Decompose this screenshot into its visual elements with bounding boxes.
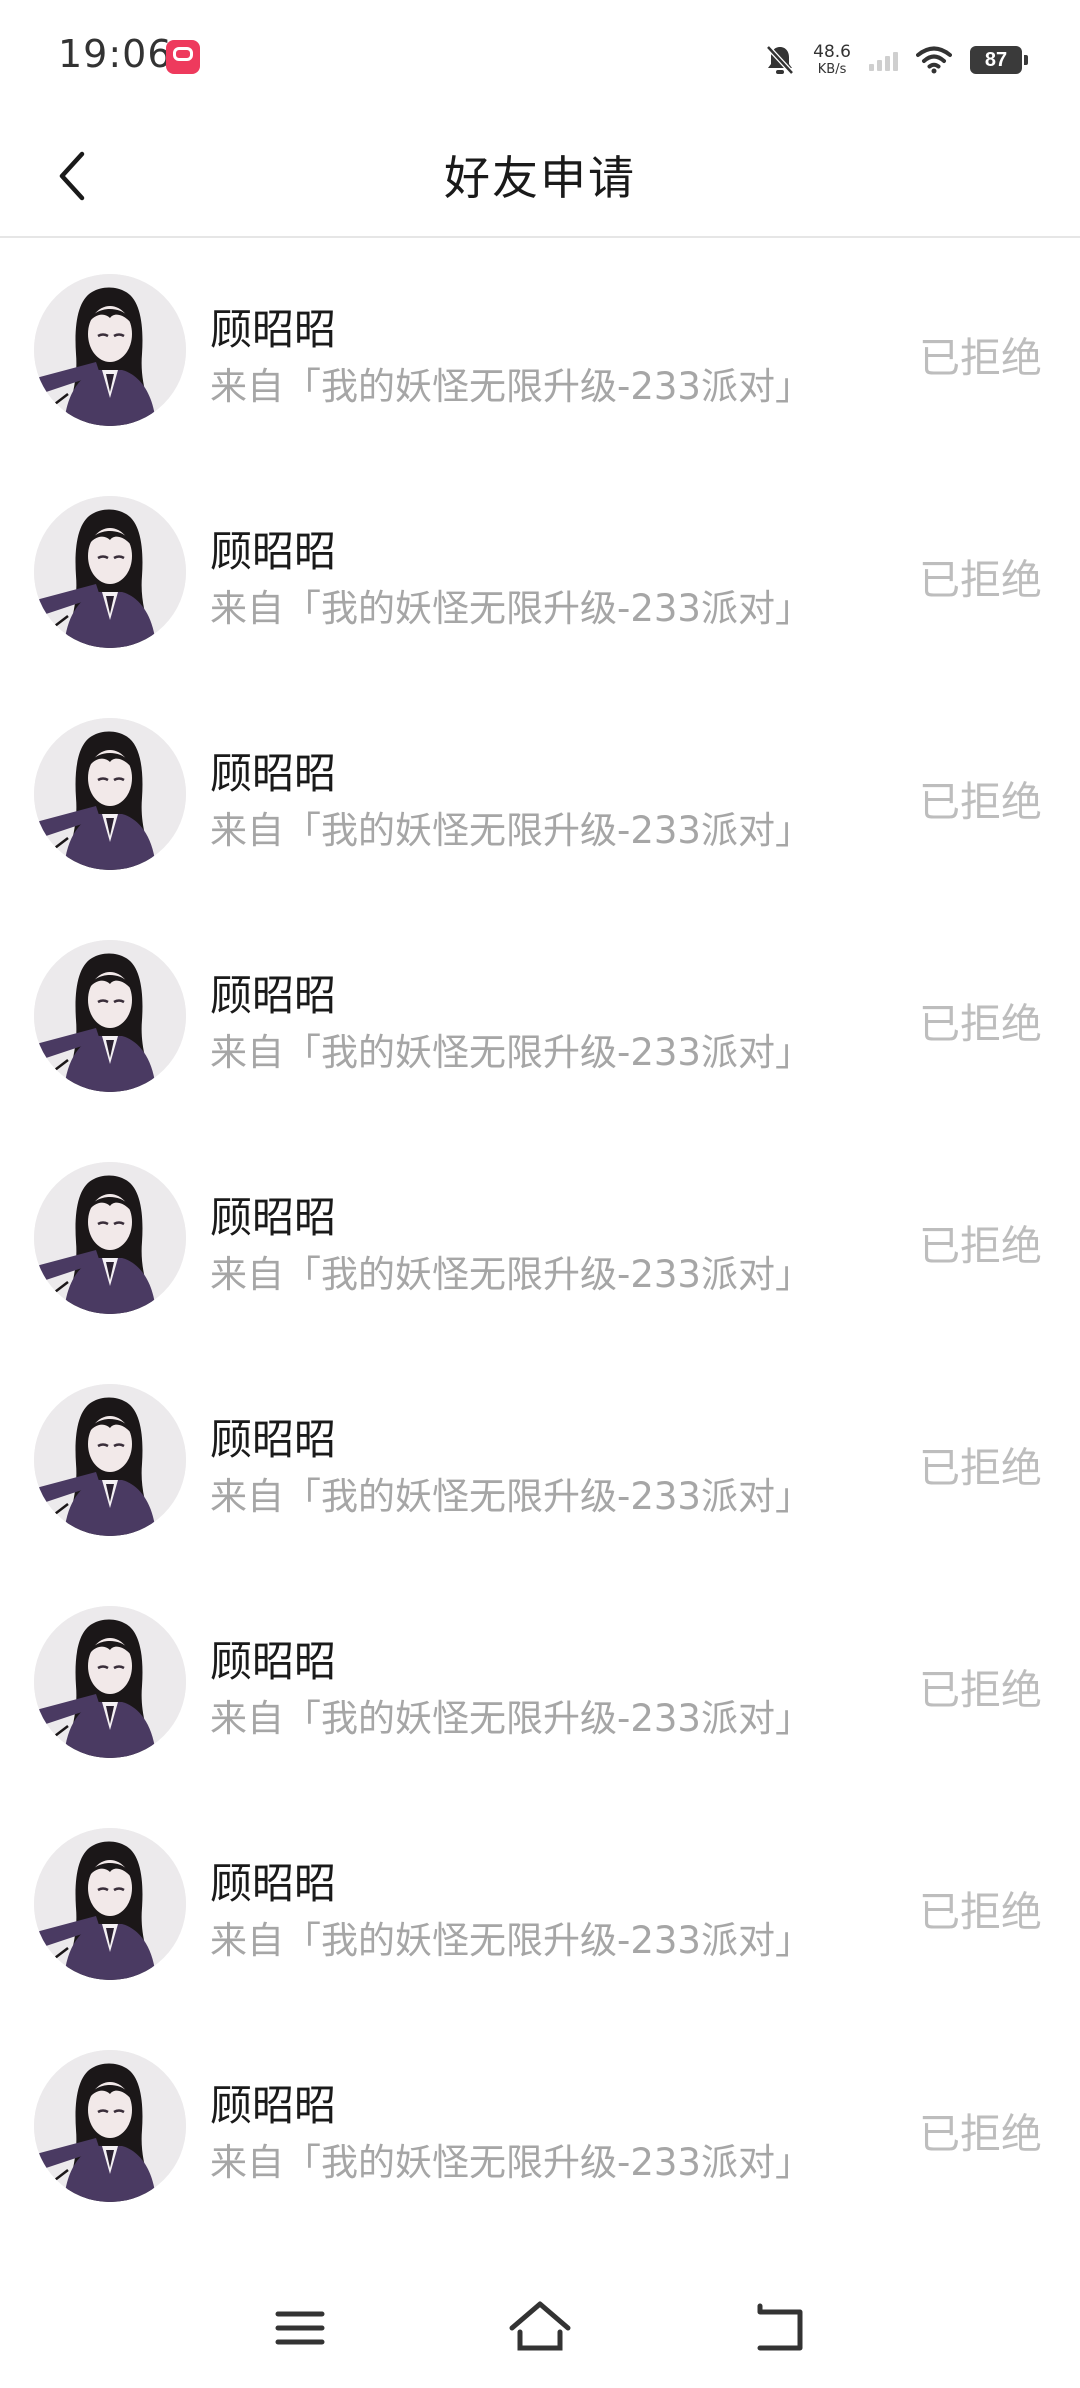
avatar[interactable] — [34, 1162, 186, 1314]
request-status-label: 已拒绝 — [919, 1444, 1042, 1492]
friend-request-item[interactable]: 顾昭昭 来自「我的妖怪无限升级-233派对」 已拒绝 — [0, 238, 1080, 460]
request-status-label: 已拒绝 — [919, 556, 1042, 604]
requester-name: 顾昭昭 — [210, 1193, 337, 1242]
avatar[interactable] — [34, 496, 186, 648]
request-status-label: 已拒绝 — [919, 778, 1042, 826]
request-source: 来自「我的妖怪无限升级-233派对」 — [210, 1253, 812, 1296]
page-title: 好友申请 — [444, 151, 636, 205]
avatar[interactable] — [34, 1828, 186, 1980]
friend-request-item[interactable]: 顾昭昭 来自「我的妖怪无限升级-233派对」 已拒绝 — [0, 1792, 1080, 2014]
friend-request-item[interactable]: 顾昭昭 来自「我的妖怪无限升级-233派对」 已拒绝 — [0, 1126, 1080, 1348]
friend-request-item[interactable]: 顾昭昭 来自「我的妖怪无限升级-233派对」 已拒绝 — [0, 2014, 1080, 2236]
friend-request-item[interactable]: 顾昭昭 来自「我的妖怪无限升级-233派对」 已拒绝 — [0, 904, 1080, 1126]
request-status-label: 已拒绝 — [919, 1000, 1042, 1048]
net-speed-value: 48.6 — [813, 42, 851, 62]
request-source: 来自「我的妖怪无限升级-233派对」 — [210, 1697, 812, 1740]
status-indicators: 48.6 KB/s 87 — [765, 38, 1028, 82]
requester-name: 顾昭昭 — [210, 1859, 337, 1908]
net-speed-unit: KB/s — [817, 62, 847, 77]
request-source: 来自「我的妖怪无限升级-233派对」 — [210, 587, 812, 630]
back-icon — [757, 2303, 803, 2351]
mute-bell-icon — [766, 45, 794, 75]
request-status-label: 已拒绝 — [919, 1888, 1042, 1936]
battery-level: 87 — [984, 48, 1008, 71]
status-bar: 19:06 48.6 KB/s 87 — [0, 0, 1080, 116]
status-time: 19:06 — [58, 32, 173, 76]
signal-icon — [869, 49, 898, 71]
wifi-icon — [916, 46, 952, 74]
home-button[interactable] — [504, 2292, 576, 2364]
request-source: 来自「我的妖怪无限升级-233派对」 — [210, 2141, 812, 2184]
avatar[interactable] — [34, 274, 186, 426]
avatar[interactable] — [34, 1384, 186, 1536]
request-source: 来自「我的妖怪无限升级-233派对」 — [210, 1919, 812, 1962]
avatar[interactable] — [34, 2050, 186, 2202]
request-status-label: 已拒绝 — [919, 1666, 1042, 1714]
avatar[interactable] — [34, 718, 186, 870]
request-source: 来自「我的妖怪无限升级-233派对」 — [210, 365, 812, 408]
requester-name: 顾昭昭 — [210, 749, 337, 798]
menu-icon — [275, 2311, 325, 2345]
request-status-label: 已拒绝 — [919, 334, 1042, 382]
battery-icon: 87 — [970, 46, 1028, 74]
friend-request-item[interactable]: 顾昭昭 来自「我的妖怪无限升级-233派对」 已拒绝 — [0, 1570, 1080, 1792]
requester-name: 顾昭昭 — [210, 971, 337, 1020]
friend-request-item[interactable]: 顾昭昭 来自「我的妖怪无限升级-233派对」 已拒绝 — [0, 1348, 1080, 1570]
avatar[interactable] — [34, 1606, 186, 1758]
request-source: 来自「我的妖怪无限升级-233派对」 — [210, 1031, 812, 1074]
back-nav-button[interactable] — [744, 2292, 816, 2364]
requester-name: 顾昭昭 — [210, 527, 337, 576]
friend-request-item[interactable]: 顾昭昭 来自「我的妖怪无限升级-233派对」 已拒绝 — [0, 460, 1080, 682]
avatar[interactable] — [34, 940, 186, 1092]
requester-name: 顾昭昭 — [210, 2081, 337, 2130]
requester-name: 顾昭昭 — [210, 305, 337, 354]
app-notification-icon — [166, 40, 200, 74]
request-status-label: 已拒绝 — [919, 2110, 1042, 2158]
requester-name: 顾昭昭 — [210, 1415, 337, 1464]
home-icon — [509, 2301, 571, 2351]
request-status-label: 已拒绝 — [919, 1222, 1042, 1270]
system-nav-bar — [0, 2268, 1080, 2388]
menu-button[interactable] — [264, 2292, 336, 2364]
requester-name: 顾昭昭 — [210, 1637, 337, 1686]
header: 好友申请 — [0, 116, 1080, 238]
request-source: 来自「我的妖怪无限升级-233派对」 — [210, 1475, 812, 1518]
request-source: 来自「我的妖怪无限升级-233派对」 — [210, 809, 812, 852]
network-speed: 48.6 KB/s — [813, 42, 851, 77]
friend-request-item[interactable]: 顾昭昭 来自「我的妖怪无限升级-233派对」 已拒绝 — [0, 682, 1080, 904]
